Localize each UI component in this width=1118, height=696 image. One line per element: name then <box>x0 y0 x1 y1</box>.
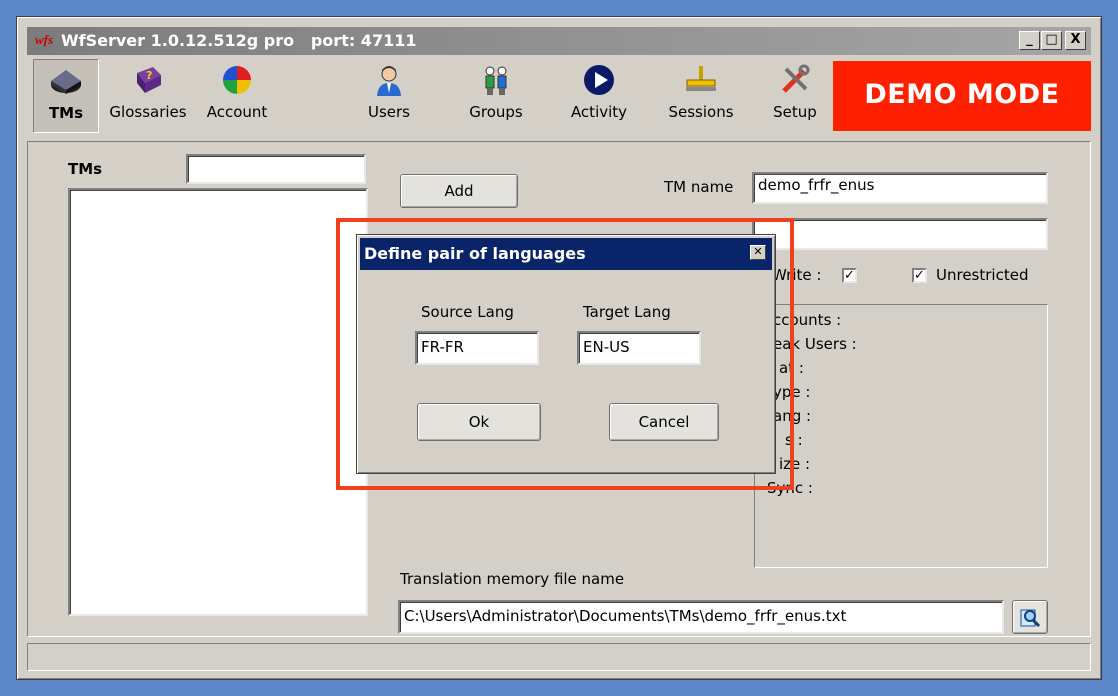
app-logo: wfs <box>35 32 54 47</box>
stat-peak-users-label: eak Users : <box>773 335 857 353</box>
target-lang-label: Target Lang <box>583 303 671 321</box>
dialog-close-icon[interactable]: ✕ <box>750 245 766 260</box>
toolbar-account-button[interactable]: Account <box>193 59 281 133</box>
maximize-button[interactable]: □ <box>1041 31 1062 50</box>
browse-search-icon <box>1020 609 1041 628</box>
user-person-icon <box>377 66 401 96</box>
toolbar-tms-button[interactable]: TMs <box>33 59 99 133</box>
title-bar[interactable]: wfs WfServer 1.0.12.512g pro port: 47111… <box>27 27 1091 55</box>
toolbar-label: Groups <box>469 103 523 121</box>
tm-name-input[interactable]: demo_frfr_enus <box>752 172 1048 204</box>
glossary-book-icon: ? <box>137 67 161 93</box>
source-lang-label: Source Lang <box>421 303 514 321</box>
demo-mode-badge: DEMO MODE <box>833 61 1091 131</box>
write-label: Write : <box>772 266 822 284</box>
groups-people-icon <box>485 66 507 95</box>
tm-filter-input[interactable] <box>186 154 366 184</box>
add-tm-button[interactable]: Add <box>400 174 518 208</box>
activity-play-icon <box>584 65 614 95</box>
toolbar-label: TMs <box>48 104 84 122</box>
sessions-network-icon <box>686 66 716 91</box>
minimize-button[interactable]: _ <box>1019 31 1040 50</box>
write-checkbox[interactable]: ✓ <box>842 268 857 283</box>
toolbar-setup-button[interactable]: Setup <box>765 59 825 133</box>
setup-tools-icon <box>782 64 810 93</box>
stat-size-label: ize : <box>779 455 811 473</box>
dialog-title: Define pair of languages <box>364 244 586 263</box>
dialog-title-bar[interactable]: Define pair of languages ✕ <box>360 238 772 270</box>
source-lang-input[interactable]: FR-FR <box>415 331 539 365</box>
stat-format-label: at : <box>779 359 804 377</box>
tms-list-label: TMs <box>68 160 103 178</box>
unrestricted-checkbox[interactable]: ✓ <box>912 268 927 283</box>
toolbar-label: Setup <box>773 103 817 121</box>
toolbar-label: Users <box>367 103 410 121</box>
tm-file-path-input[interactable]: C:\Users\Administrator\Documents\TMs\dem… <box>398 600 1004 634</box>
toolbar-sessions-button[interactable]: Sessions <box>655 59 747 133</box>
toolbar-users-button[interactable]: Users <box>359 59 419 133</box>
stat-type-label: ype : <box>773 383 811 401</box>
cancel-button[interactable]: Cancel <box>609 403 719 441</box>
stat-sync-label: Sync : <box>767 479 813 497</box>
account-pie-icon <box>223 66 251 94</box>
tm-file-label: Translation memory file name <box>400 570 625 588</box>
tm-secondary-input[interactable] <box>752 218 1048 250</box>
status-bar <box>27 643 1091 671</box>
language-pair-dialog: Define pair of languages ✕ Source Lang F… <box>356 234 776 474</box>
stat-accounts-label: ccounts : <box>773 311 842 329</box>
tm-disk-icon <box>51 70 81 94</box>
toolbar-label: Sessions <box>668 103 734 121</box>
toolbar-label: Account <box>206 103 268 121</box>
window-title: WfServer 1.0.12.512g pro port: 47111 <box>61 31 417 50</box>
target-lang-input[interactable]: EN-US <box>577 331 701 365</box>
close-button[interactable]: X <box>1065 31 1086 50</box>
unrestricted-label: Unrestricted <box>936 266 1029 284</box>
stat-lang-label: ang : <box>773 407 812 425</box>
toolbar-label: Glossaries <box>109 103 187 121</box>
main-toolbar: TMs ? Glossaries Account Users Groups Ac… <box>27 55 1091 137</box>
tm-stats-group: ccounts : eak Users : at : ype : ang : s… <box>754 304 1048 568</box>
ok-button[interactable]: Ok <box>417 403 541 441</box>
toolbar-glossaries-button[interactable]: ? Glossaries <box>103 59 193 133</box>
tm-name-label: TM name <box>664 178 734 196</box>
browse-file-button[interactable] <box>1012 600 1048 634</box>
toolbar-activity-button[interactable]: Activity <box>559 59 639 133</box>
svg-text:?: ? <box>146 69 152 82</box>
toolbar-groups-button[interactable]: Groups <box>461 59 531 133</box>
tm-list[interactable] <box>68 188 368 616</box>
stat-tus-label: s : <box>785 431 803 449</box>
toolbar-label: Activity <box>570 103 628 121</box>
